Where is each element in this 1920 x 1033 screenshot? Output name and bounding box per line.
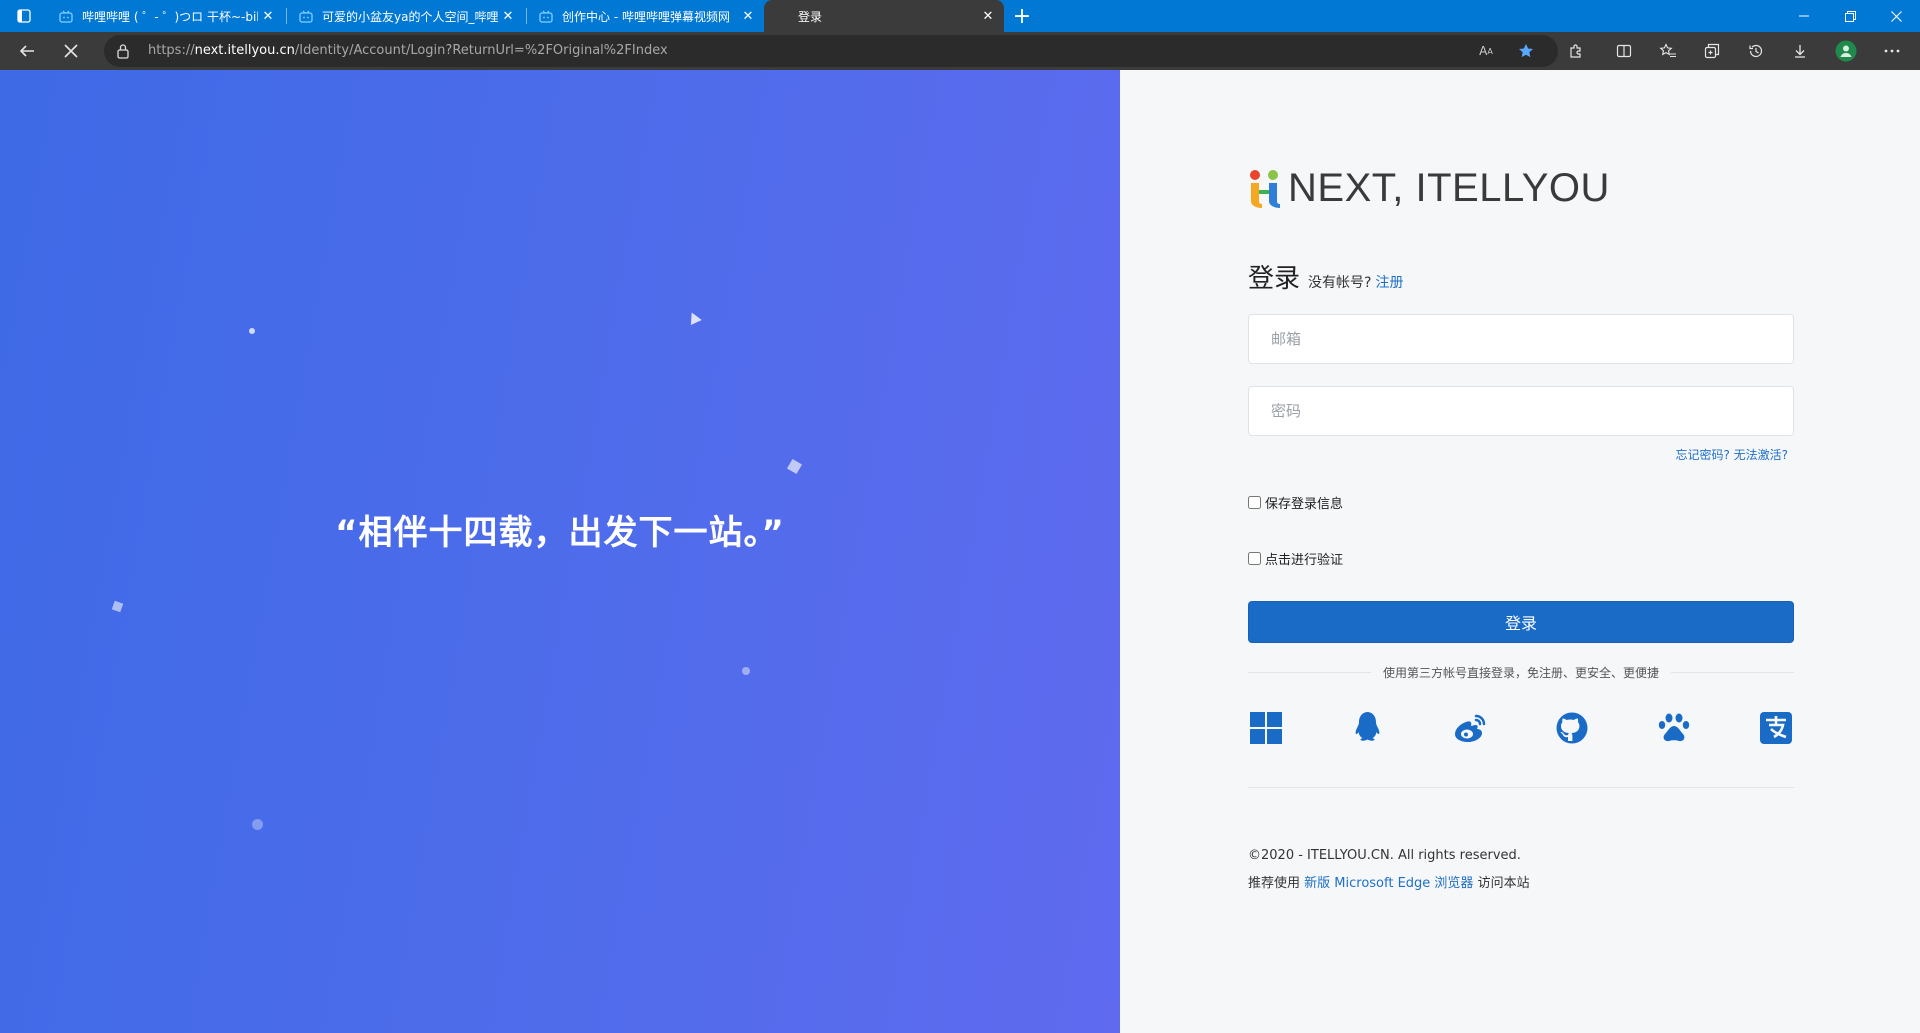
history-icon[interactable] <box>1742 37 1770 65</box>
email-field[interactable] <box>1248 314 1794 364</box>
verify-input[interactable] <box>1248 552 1261 565</box>
github-icon[interactable] <box>1554 710 1590 746</box>
tab-close-icon[interactable]: ✕ <box>498 6 518 26</box>
tab-actions-icon[interactable] <box>8 5 40 27</box>
loading-favicon-icon <box>774 8 790 24</box>
particle-dot <box>742 667 750 675</box>
verify-checkbox[interactable]: 点击进行验证 <box>1248 549 1343 568</box>
tab-title: 登录 <box>798 9 823 24</box>
url-host: next.itellyou.cn <box>194 43 295 58</box>
remember-me-input[interactable] <box>1248 496 1261 509</box>
copyright-text: ©2020 - ITELLYOU.CN. All rights reserved… <box>1248 848 1521 863</box>
bilibili-favicon-icon <box>58 8 74 24</box>
tab-title: 可爱的小盆友ya的个人空间_哔哩 <box>322 9 498 24</box>
back-arrow-icon[interactable] <box>13 37 41 65</box>
forgot-password-link[interactable]: 忘记密码? 无法激活? <box>1675 446 1788 463</box>
tab-close-icon[interactable]: ✕ <box>738 6 758 26</box>
favorites-icon[interactable] <box>1654 37 1682 65</box>
split-screen-icon[interactable] <box>1610 37 1638 65</box>
bilibili-favicon-icon <box>298 8 314 24</box>
tab-separator <box>526 8 527 24</box>
particle-triangle <box>686 309 702 326</box>
favorite-star-icon[interactable] <box>1514 39 1538 63</box>
login-header: 登录 没有帐号? 注册 <box>1248 258 1403 295</box>
tab-bilibili-space[interactable]: 可爱的小盆友ya的个人空间_哔哩 ✕ <box>288 0 524 32</box>
tab-bilibili-creator[interactable]: 创作中心 - 哔哩哔哩弹幕视频网 ✕ <box>528 0 764 32</box>
recommend-suffix: 访问本站 <box>1477 876 1530 891</box>
read-aloud-icon[interactable]: AA <box>1474 39 1498 63</box>
remember-me-checkbox[interactable]: 保存登录信息 <box>1248 493 1343 512</box>
register-link[interactable]: 注册 <box>1375 275 1403 291</box>
weibo-icon[interactable] <box>1452 710 1488 746</box>
third-party-label: 使用第三方帐号直接登录，免注册、更安全、更便捷 <box>1370 666 1671 680</box>
url-path: /Identity/Account/Login?ReturnUrl=%2FOri… <box>294 43 668 58</box>
recommend-prefix: 推荐使用 <box>1248 876 1301 891</box>
tab-close-icon[interactable]: ✕ <box>978 6 998 26</box>
extensions-icon[interactable] <box>1562 37 1590 65</box>
particle-dot <box>249 328 255 334</box>
tab-title: 哔哩哔哩 ( ゜- ゜)つロ 干杯~-bili <box>82 9 258 24</box>
edge-download-link[interactable]: 新版 Microsoft Edge 浏览器 <box>1304 876 1473 891</box>
bilibili-favicon-icon <box>538 8 554 24</box>
tab-separator <box>286 8 287 24</box>
site-logo[interactable]: NEXT, ITELLYOU <box>1248 166 1610 211</box>
lock-icon[interactable] <box>116 43 132 59</box>
tab-strip: 哔哩哔哩 ( ゜- ゜)つロ 干杯~-bili ✕ 可爱的小盆友ya的个人空间_… <box>0 0 1920 32</box>
url-text[interactable]: https://next.itellyou.cn/Identity/Accoun… <box>148 43 668 58</box>
tab-close-icon[interactable]: ✕ <box>258 6 278 26</box>
hero-panel: “相伴十四载，出发下一站。” <box>0 70 1120 1033</box>
login-submit-button[interactable]: 登录 <box>1248 601 1794 643</box>
qq-icon[interactable] <box>1350 710 1386 746</box>
new-tab-button[interactable]: + <box>1010 4 1034 29</box>
alipay-icon[interactable] <box>1758 710 1794 746</box>
third-party-divider: 使用第三方帐号直接登录，免注册、更安全、更便捷 <box>1248 663 1794 681</box>
tab-login[interactable]: 登录 ✕ <box>764 0 1004 32</box>
stop-loading-icon[interactable] <box>57 37 85 65</box>
address-bar[interactable]: https://next.itellyou.cn/Identity/Accoun… <box>104 35 1558 67</box>
settings-more-icon[interactable] <box>1878 37 1906 65</box>
no-account-text: 没有帐号? 注册 <box>1308 272 1403 292</box>
downloads-icon[interactable] <box>1786 37 1814 65</box>
no-account-label: 没有帐号? <box>1308 275 1372 291</box>
logo-text: NEXT, ITELLYOU <box>1288 166 1610 210</box>
url-scheme: https:// <box>148 43 195 58</box>
tab-bilibili-home[interactable]: 哔哩哔哩 ( ゜- ゜)つロ 干杯~-bili ✕ <box>48 0 284 32</box>
login-panel: NEXT, ITELLYOU 登录 没有帐号?注册 忘记密码? 无法激活? 保存… <box>1120 70 1920 1033</box>
particle-square <box>786 458 803 475</box>
baidu-icon[interactable] <box>1656 710 1692 746</box>
tab-title: 创作中心 - 哔哩哔哩弹幕视频网 <box>562 9 730 24</box>
particle-square <box>111 600 124 613</box>
login-title: 登录 <box>1248 264 1301 294</box>
browser-toolbar: https://next.itellyou.cn/Identity/Accoun… <box>0 32 1920 70</box>
password-field[interactable] <box>1248 386 1794 436</box>
verify-label: 点击进行验证 <box>1265 553 1344 568</box>
itellyou-logo-icon <box>1250 169 1280 208</box>
footer-divider <box>1248 787 1794 788</box>
third-party-text: 使用第三方帐号直接登录，免注册、更安全、更便捷 <box>1248 664 1794 681</box>
profile-avatar[interactable] <box>1832 37 1860 65</box>
collections-icon[interactable] <box>1698 37 1726 65</box>
browser-recommendation: 推荐使用 新版 Microsoft Edge 浏览器 访问本站 <box>1248 872 1530 891</box>
restore-button[interactable] <box>1828 0 1872 32</box>
particle-dot <box>252 819 263 830</box>
hero-quote: “相伴十四载，出发下一站。” <box>335 513 785 553</box>
close-window-button[interactable] <box>1874 0 1918 32</box>
minimize-button[interactable] <box>1782 0 1826 32</box>
remember-me-label: 保存登录信息 <box>1265 497 1344 512</box>
windows-icon[interactable] <box>1248 710 1284 746</box>
read-aloud-glyph: A <box>1479 44 1488 58</box>
